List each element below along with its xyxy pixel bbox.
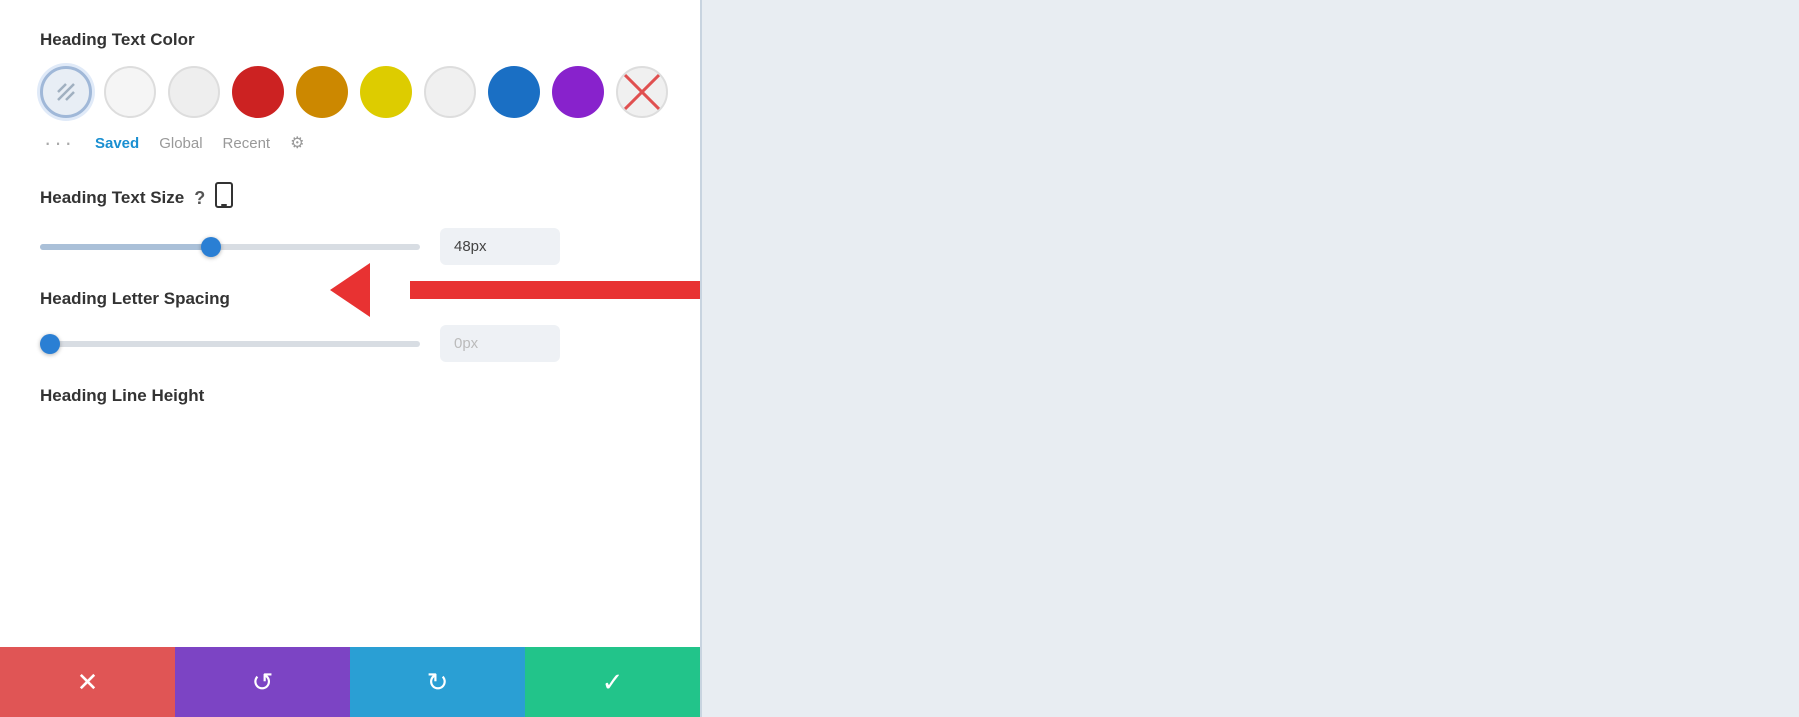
redo-button[interactable]: ↻ — [350, 647, 525, 717]
color-swatch-white3[interactable] — [424, 66, 476, 118]
heading-spacing-slider-row — [40, 325, 660, 362]
gear-icon[interactable]: ⚙ — [290, 133, 304, 153]
color-swatch-white2[interactable] — [168, 66, 220, 118]
heading-size-slider-thumb[interactable] — [201, 237, 221, 257]
color-tabs-row: ··· Saved Global Recent ⚙ — [40, 132, 660, 154]
heading-size-label-row: Heading Text Size ? — [40, 182, 660, 214]
color-swatch-purple[interactable] — [552, 66, 604, 118]
tab-recent[interactable]: Recent — [223, 135, 271, 152]
save-button[interactable]: ✓ — [525, 647, 700, 717]
tab-saved[interactable]: Saved — [95, 135, 139, 152]
cancel-icon: ✕ — [77, 667, 99, 698]
undo-button[interactable]: ↺ — [175, 647, 350, 717]
color-swatch-red[interactable] — [232, 66, 284, 118]
heading-line-height-section: Heading Line Height — [40, 386, 660, 406]
cancel-button[interactable]: ✕ — [0, 647, 175, 717]
redo-icon: ↻ — [427, 667, 449, 698]
heading-size-section: Heading Text Size ? — [40, 182, 660, 265]
color-swatch-yellow[interactable] — [360, 66, 412, 118]
color-swatch-blue[interactable] — [488, 66, 540, 118]
color-swatch-row — [40, 66, 660, 118]
more-dots[interactable]: ··· — [44, 132, 75, 154]
color-swatch-orange[interactable] — [296, 66, 348, 118]
heading-spacing-slider-thumb[interactable] — [40, 334, 60, 354]
heading-spacing-slider-track[interactable] — [40, 341, 420, 347]
canvas-area — [700, 0, 1799, 717]
heading-line-height-label: Heading Line Height — [40, 386, 660, 406]
bottom-toolbar: ✕ ↺ ↻ ✓ — [0, 647, 700, 717]
color-swatch-white1[interactable] — [104, 66, 156, 118]
help-icon[interactable]: ? — [194, 188, 205, 209]
heading-spacing-input[interactable] — [440, 325, 560, 362]
heading-size-input[interactable] — [440, 228, 560, 265]
heading-size-slider-track[interactable] — [40, 244, 420, 250]
heading-size-slider-row — [40, 228, 660, 265]
settings-panel: Heading Text Color ··· Saved Global Rece… — [0, 0, 700, 717]
heading-size-label: Heading Text Size — [40, 188, 184, 208]
heading-size-slider-fill — [40, 244, 211, 250]
heading-color-label: Heading Text Color — [40, 30, 660, 50]
undo-icon: ↺ — [252, 667, 274, 698]
save-icon: ✓ — [602, 667, 624, 698]
heading-spacing-section: Heading Letter Spacing — [40, 289, 660, 362]
color-swatch-transparent[interactable] — [40, 66, 92, 118]
heading-spacing-label: Heading Letter Spacing — [40, 289, 660, 309]
tab-global[interactable]: Global — [159, 135, 202, 152]
color-swatch-strikethrough[interactable] — [616, 66, 668, 118]
mobile-icon[interactable] — [215, 182, 233, 214]
